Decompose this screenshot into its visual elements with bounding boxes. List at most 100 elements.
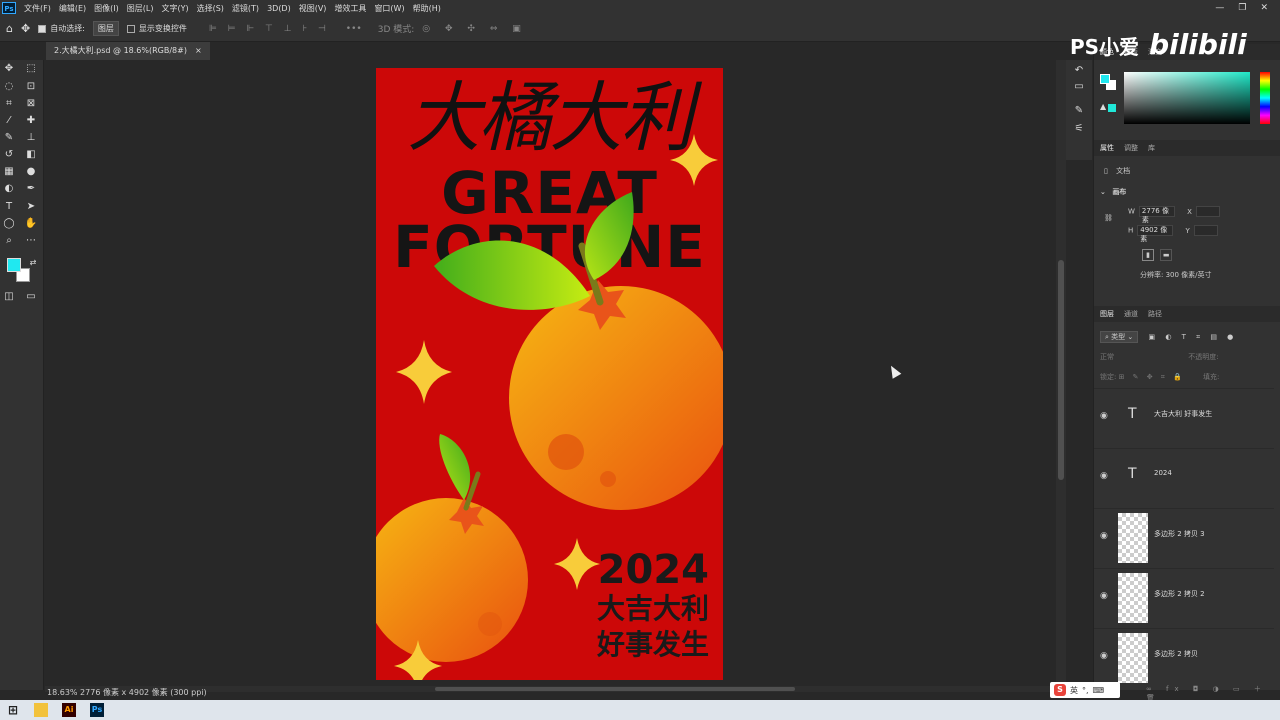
quick-mask-icon[interactable]: ◫ [2,290,16,304]
visibility-eye-icon[interactable]: ◉ [1100,531,1108,541]
menu-3d[interactable]: 3D(D) [263,4,295,13]
comment-panel-icon[interactable]: ▭ [1072,80,1086,94]
menu-window[interactable]: 窗口(W) [370,3,408,14]
vertical-scroll-thumb[interactable] [1058,260,1064,480]
ime-language[interactable]: 英 [1070,685,1078,696]
height-input[interactable]: 4902 像素 [1137,225,1174,243]
maximize-button[interactable]: ❐ [1238,3,1246,13]
tab-paths[interactable]: 路径 [1148,306,1162,322]
tab-adjustments[interactable]: 调整 [1124,140,1138,156]
landscape-icon[interactable]: ▬ [1160,249,1173,261]
home-icon[interactable]: ⌂ [6,22,13,35]
layer-row[interactable]: ◉ 多边形 2 拷贝 [1094,628,1274,684]
canvas-section-header[interactable]: ⌄ 画布 [1100,187,1126,197]
eraser-icon[interactable]: ◧ [24,148,38,162]
poster-artboard[interactable]: 大橘大利 GREAT FORTUNE 2024 大吉大利 好事发生 [376,68,723,680]
blur-tool-icon[interactable]: ● [24,165,38,179]
lock-icons[interactable]: ⊞ ✎ ✥ ⌗ 🔒 [1119,373,1185,381]
visibility-eye-icon[interactable]: ◉ [1100,471,1108,481]
tab-properties[interactable]: 属性 [1100,140,1114,156]
adjust-panel-icon[interactable]: ⚟ [1072,122,1086,136]
history-brush-icon[interactable]: ↺ [2,148,16,162]
swap-colors-icon[interactable]: ⇄ [26,256,40,270]
color-panel-foreground[interactable] [1100,74,1110,84]
history-panel-icon[interactable]: ↶ [1072,64,1086,78]
layer-row[interactable]: ◉ T 大吉大利 好事发生 [1094,388,1274,446]
align-icons[interactable]: ⊫ ⊨ ⊩ ⊤ ⊥ ⊦ ⊣ [209,24,330,34]
more-options-icon[interactable]: ••• [346,24,362,34]
layer-row[interactable]: ◉ T 2024 [1094,448,1274,506]
close-tab-icon[interactable]: × [195,42,202,60]
visibility-eye-icon[interactable]: ◉ [1100,411,1108,421]
warning-icon[interactable]: ▲ [1100,102,1106,111]
type-tool-icon[interactable]: T [2,200,16,214]
screen-mode-icon[interactable]: ▭ [24,290,38,304]
close-window-button[interactable]: ✕ [1260,3,1268,13]
tab-libraries[interactable]: 库 [1148,140,1155,156]
layer-row[interactable]: ◉ 多边形 2 拷贝 3 [1094,508,1274,566]
windows-start-icon[interactable]: ⊞ [6,703,20,717]
menu-view[interactable]: 视图(V) [295,3,331,14]
foreground-color-swatch[interactable] [7,258,21,272]
tab-channels[interactable]: 通道 [1124,306,1138,322]
auto-select-dropdown[interactable]: 图层 [92,21,119,36]
menu-filter[interactable]: 滤镜(T) [228,3,263,14]
3d-tools-icons[interactable]: ◎ ✥ ✣ ⇔ ▣ [422,24,526,34]
move-tool-icon[interactable]: ✥ [2,62,16,76]
blend-mode-dropdown[interactable]: 正常 [1100,353,1114,361]
color-picker-field[interactable] [1124,72,1250,124]
layer-filter-dropdown[interactable]: ⌕ 类型 ⌄ [1100,331,1139,343]
frame-tool-icon[interactable]: ⊠ [24,97,38,111]
eyedropper-icon[interactable]: ⁄ [2,114,16,128]
show-transform-checkbox[interactable]: 显示变换控件 [126,23,187,34]
portrait-icon[interactable]: ▮ [1142,249,1154,261]
minimize-button[interactable]: — [1215,3,1224,13]
link-icon[interactable]: ⛓ [1104,214,1113,222]
ime-toolbar[interactable]: S 英 °, ⌨ [1050,682,1120,698]
visibility-eye-icon[interactable]: ◉ [1100,651,1108,661]
horizontal-scroll-thumb[interactable] [435,687,795,691]
move-tool-icon[interactable]: ✥ [21,22,30,35]
layer-filter-icons[interactable]: ▣ ◐ T ⌗ ▤ ● [1148,333,1237,341]
dodge-tool-icon[interactable]: ◐ [2,182,16,196]
width-input[interactable]: 2776 像素 [1138,206,1175,224]
photoshop-icon[interactable]: Ps [90,703,104,717]
menu-select[interactable]: 选择(S) [193,3,228,14]
web-safe-swatch[interactable] [1108,104,1116,112]
marquee-tool-icon[interactable]: ⬚ [24,62,38,76]
path-select-icon[interactable]: ➤ [24,200,38,214]
crop-tool-icon[interactable]: ⌗ [2,97,16,111]
menu-file[interactable]: 文件(F) [20,3,55,14]
zoom-tool-icon[interactable]: ⌕ [2,234,16,248]
x-input[interactable] [1195,206,1220,217]
menu-layer[interactable]: 图层(L) [123,3,158,14]
hue-slider[interactable] [1260,72,1270,124]
shape-tool-icon[interactable]: ◯ [2,217,16,231]
brush-panel-icon[interactable]: ✎ [1072,104,1086,118]
document-tab[interactable]: 2.大橘大利.psd @ 18.6%(RGB/8#) × [46,42,210,60]
pen-tool-icon[interactable]: ✒ [24,182,38,196]
auto-select-checkbox[interactable]: 自动选择: [38,23,85,34]
stamp-tool-icon[interactable]: ⊥ [24,131,38,145]
illustrator-icon[interactable]: Ai [62,703,76,717]
ime-punctuation-icon[interactable]: °, [1082,686,1089,695]
file-explorer-icon[interactable] [34,703,48,717]
object-select-icon[interactable]: ⊡ [24,80,38,94]
tab-layers[interactable]: 图层 [1100,306,1114,322]
layer-row[interactable]: ◉ 多边形 2 拷贝 2 [1094,568,1274,626]
menu-help[interactable]: 帮助(H) [409,3,445,14]
visibility-eye-icon[interactable]: ◉ [1100,591,1108,601]
menu-plugins[interactable]: 增效工具 [330,3,370,14]
y-input[interactable] [1193,225,1218,236]
menu-image[interactable]: 图像(I) [90,3,123,14]
lasso-tool-icon[interactable]: ◌ [2,80,16,94]
menu-type[interactable]: 文字(Y) [157,3,192,14]
hand-tool-icon[interactable]: ✋ [24,217,38,231]
healing-brush-icon[interactable]: ✚ [24,114,38,128]
brush-tool-icon[interactable]: ✎ [2,131,16,145]
menu-edit[interactable]: 编辑(E) [55,3,90,14]
gradient-tool-icon[interactable]: ▦ [2,165,16,179]
vertical-scrollbar[interactable] [1056,60,1066,685]
more-tools-icon[interactable]: ⋯ [24,234,38,248]
ime-keyboard-icon[interactable]: ⌨ [1093,686,1105,695]
